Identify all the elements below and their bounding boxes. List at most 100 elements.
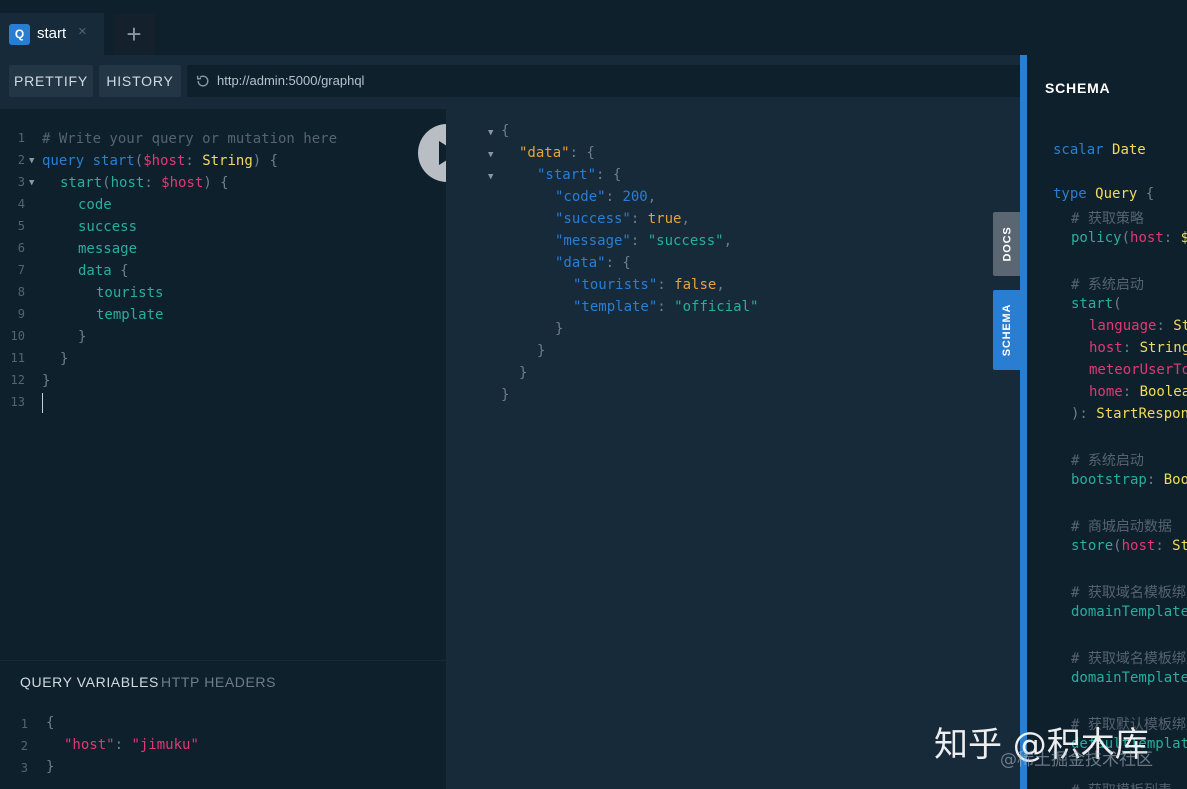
fold-arrow-icon[interactable]: ▼ [488, 172, 493, 182]
prettify-button[interactable]: PRETTIFY [9, 65, 93, 97]
schema-field[interactable]: policy [1071, 230, 1122, 246]
line-number: 7 [17, 263, 25, 277]
json-line: "success": true, [555, 211, 690, 227]
tab-http-headers[interactable]: HTTP HEADERS [161, 674, 276, 690]
json-value-tourists: false [674, 277, 717, 293]
json-line: { [501, 123, 510, 139]
code-line: data { [78, 263, 129, 279]
schema-type: Date [1112, 142, 1146, 158]
line-number: 9 [17, 307, 25, 321]
endpoint-url: http://admin:5000/graphql [217, 73, 365, 88]
schema-title: SCHEMA [1045, 80, 1111, 96]
schema-field[interactable]: domainTemplate [1071, 604, 1187, 620]
schema-comment: # 获取域名模板绑定 [1071, 585, 1187, 601]
schema-type[interactable]: Bootstrap [1164, 472, 1187, 488]
variables-key: "host" [64, 737, 115, 753]
schema-panel-resize-handle[interactable] [1020, 55, 1027, 789]
code-line: } [42, 373, 51, 389]
json-value-template: "official" [674, 299, 759, 315]
json-value-code: 200 [622, 189, 648, 205]
tab-bar: Q start × + [0, 0, 1187, 55]
code-line: { [46, 715, 55, 731]
json-line: "template": "official" [573, 299, 759, 315]
history-button[interactable]: HISTORY [99, 65, 181, 97]
fold-arrow-icon[interactable]: ▼ [29, 156, 34, 166]
tab-query-variables[interactable]: QUERY VARIABLES [20, 674, 159, 690]
json-key-success: "success" [555, 211, 631, 227]
query-comment: # Write your query or mutation here [42, 131, 338, 147]
schema-field[interactable]: bootstrap [1071, 472, 1147, 488]
field-data: data [78, 263, 112, 279]
schema-line: home: Boolean [1089, 384, 1187, 400]
fold-arrow-icon[interactable]: ▼ [29, 178, 34, 188]
json-line: } [519, 365, 528, 381]
json-key-code: "code" [555, 189, 606, 205]
line-number: 10 [10, 329, 25, 343]
json-line: "data": { [555, 255, 631, 271]
line-number: 4 [17, 197, 25, 211]
query-editor[interactable]: 1 2 3 4 5 6 7 8 9 10 11 12 13 ▼ ▼ # Writ… [0, 109, 446, 660]
line-number: 13 [10, 395, 25, 409]
schema-comment: # 获取策略 [1071, 211, 1144, 227]
json-key-start: "start" [537, 167, 597, 183]
schema-type[interactable]: St [1173, 318, 1187, 334]
json-line: "code": 200, [555, 189, 657, 205]
json-key-template: "template" [573, 299, 658, 315]
field-message: message [78, 241, 138, 257]
code-line: } [78, 329, 87, 345]
schema-side-tab[interactable]: SCHEMA [993, 290, 1021, 370]
schema-keyword: scalar [1053, 142, 1104, 158]
json-line: } [555, 321, 564, 337]
operation-name: start [92, 153, 135, 169]
add-tab-button[interactable]: + [113, 13, 155, 55]
fold-arrow-icon[interactable]: ▼ [488, 150, 493, 160]
code-line: # Write your query or mutation here [42, 131, 337, 147]
schema-keyword: type [1053, 186, 1087, 202]
schema-type[interactable]: String [1140, 340, 1187, 356]
tab-title: start [37, 25, 67, 42]
json-line: "tourists": false, [573, 277, 725, 293]
schema-field[interactable]: start [1071, 296, 1113, 312]
schema-type[interactable]: StartResponse [1096, 406, 1187, 422]
variable-host: $host [161, 175, 204, 191]
schema-comment: # 系统启动 [1071, 277, 1144, 293]
line-number: 1 [17, 131, 25, 145]
line-number: 12 [10, 373, 25, 387]
docs-tab-label: DOCS [1001, 226, 1014, 262]
field-success: success [78, 219, 138, 235]
schema-field[interactable]: store [1071, 538, 1113, 554]
code-line: } [46, 759, 55, 775]
json-key-data-inner: "data" [555, 255, 606, 271]
arg-host: host [110, 175, 145, 191]
line-number: 8 [17, 285, 25, 299]
field-start: start [60, 175, 103, 191]
reload-icon[interactable] [195, 73, 211, 89]
schema-line: host: String [1089, 340, 1187, 356]
schema-line: store(host: St [1071, 538, 1187, 554]
json-line: "start": { [537, 167, 622, 183]
schema-comment: # 系统启动 [1071, 453, 1144, 469]
schema-line: policy(host: $ [1071, 230, 1187, 246]
query-variables-panel[interactable]: QUERY VARIABLES HTTP HEADERS 1 2 3 { "ho… [0, 660, 446, 789]
tab-start[interactable]: Q start × [0, 13, 104, 55]
field-template: template [96, 307, 164, 323]
json-key-tourists: "tourists" [573, 277, 658, 293]
schema-line: ): StartResponse [1071, 406, 1187, 422]
schema-comment: # 商城启动数据 [1071, 519, 1172, 535]
endpoint-url-input[interactable]: http://admin:5000/graphql [187, 65, 1020, 97]
fold-arrow-icon[interactable]: ▼ [488, 128, 493, 138]
close-icon[interactable]: × [78, 23, 87, 40]
schema-arg: meteorUserToken [1089, 362, 1187, 378]
variables-value: "jimuku" [131, 737, 199, 753]
schema-tab-label: SCHEMA [1001, 303, 1013, 357]
schema-type[interactable]: Boolean [1140, 384, 1187, 400]
json-value-message: "success" [647, 233, 724, 249]
line-number: 2 [20, 739, 28, 753]
schema-field[interactable]: domainTemplate [1071, 670, 1187, 686]
schema-arg: host [1089, 340, 1123, 356]
schema-panel: SCHEMA scalar Date type Query { # 获取策略 p… [1027, 55, 1187, 789]
schema-comment: # 获取模板列表 [1071, 780, 1172, 789]
docs-side-tab[interactable]: DOCS [993, 212, 1021, 276]
schema-type: Query [1095, 186, 1138, 202]
schema-arg: home [1089, 384, 1123, 400]
